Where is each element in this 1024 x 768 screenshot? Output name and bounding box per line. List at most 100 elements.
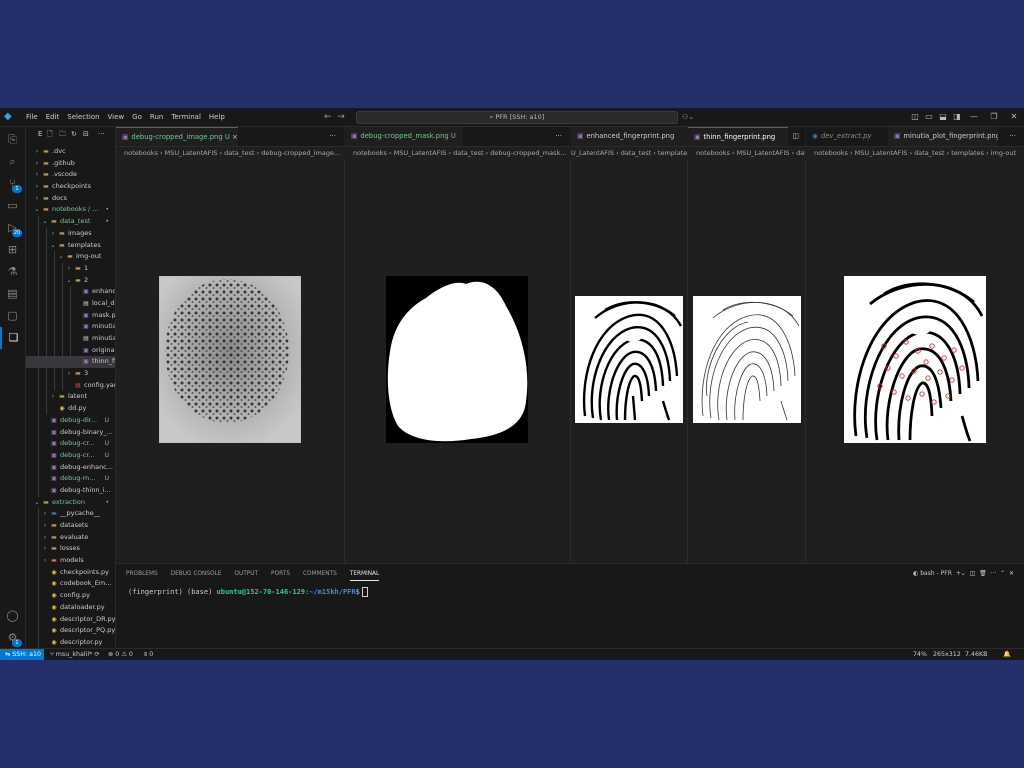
group-5-more-icon[interactable]: ···	[1009, 127, 1016, 146]
tab-output[interactable]: OUTPUT	[234, 568, 258, 581]
chevron-right-icon[interactable]: ›	[50, 391, 56, 403]
tree-item[interactable]: ◉ checkpoints.py	[26, 566, 115, 579]
split-terminal-icon[interactable]: ◫	[968, 570, 976, 577]
tree-item[interactable]: › ▬ datasets	[26, 520, 115, 532]
tab-minutia-plot-fingerprint[interactable]: ▣ minutia_plot_fingerprint.png	[888, 127, 998, 146]
tree-item[interactable]: › ▬ 1	[26, 262, 115, 275]
tree-item[interactable]: ◉ descriptor.py	[26, 636, 115, 648]
tree-item[interactable]: › ▬ losses	[26, 543, 115, 556]
chevron-right-icon[interactable]: ›	[42, 532, 48, 544]
command-center[interactable]: ⌕ PFR [SSH: a10]	[356, 111, 678, 124]
restore-icon[interactable]: ❐	[984, 108, 1004, 126]
tree-item[interactable]: › ▬ checkpoints	[26, 181, 115, 193]
new-folder-icon[interactable]: 🗀	[59, 127, 66, 141]
chevron-right-icon[interactable]: ›	[66, 263, 72, 275]
tree-item[interactable]: › ▬ __pycache__	[26, 508, 115, 520]
new-terminal-icon[interactable]: +⌄	[954, 570, 966, 577]
search-view-icon[interactable]: ⌕	[0, 151, 25, 173]
close-window-icon[interactable]: ✕	[1004, 108, 1024, 126]
tree-item[interactable]: ▣ debug-binary_...	[26, 426, 115, 439]
run-debug-icon[interactable]: ▷ 20	[0, 217, 25, 239]
close-panel-icon[interactable]: ✕	[1007, 570, 1014, 577]
tree-item[interactable]: ⌄ ▬ 2	[26, 274, 115, 287]
tree-item[interactable]: ▣thinn_fing...	[26, 356, 115, 369]
new-file-icon[interactable]: 🗋	[47, 127, 53, 141]
more-actions-icon[interactable]: ···	[98, 127, 105, 141]
tree-item[interactable]: ◉ dd.py	[26, 403, 115, 415]
tree-item[interactable]: ▣enhanced_...	[26, 286, 115, 298]
tree-item[interactable]: ⌄ ▬ notebooks / ... •	[26, 204, 115, 216]
chevron-right-icon[interactable]: ›	[50, 228, 56, 240]
menu-file[interactable]: File	[22, 108, 42, 126]
tree-item[interactable]: ▤minutia_p...	[26, 333, 115, 345]
source-control-icon[interactable]: ⑂ 1	[0, 173, 25, 195]
tree-item[interactable]: ▣ debug-thinn_i...	[26, 484, 115, 497]
copy-explorer-icon[interactable]: ❏	[0, 327, 25, 349]
menu-view[interactable]: View	[104, 108, 129, 126]
tree-item[interactable]: › ▬ models	[26, 555, 115, 567]
tree-item[interactable]: ◉ config.py	[26, 590, 115, 602]
tree-item[interactable]: ◉ dataloader.py	[26, 601, 115, 614]
breadcrumb[interactable]: U_LatentAFIS › data_test › templates	[571, 147, 687, 160]
tab-problems[interactable]: PROBLEMS	[126, 568, 158, 581]
tree-item[interactable]: ▣ debug-cr... U	[26, 449, 115, 462]
tree-item[interactable]: › ▬ docs	[26, 193, 115, 205]
tab-dev-extract[interactable]: ◉ dev_extract.py	[806, 127, 888, 146]
tree-item[interactable]: ▣ debug-cr... U	[26, 438, 115, 450]
menu-go[interactable]: Go	[128, 108, 146, 126]
tree-item[interactable]: ▣original.png	[26, 344, 115, 357]
more-icon[interactable]: ···	[989, 570, 997, 577]
tab-ports[interactable]: PORTS	[271, 568, 290, 581]
tree-item[interactable]: ◉ descriptor_DR.py	[26, 613, 115, 626]
tree-item[interactable]: ◉ descriptor_PQ.py	[26, 625, 115, 637]
tree-item[interactable]: ⌄ ▬ templates	[26, 239, 115, 252]
zoom-level[interactable]: 74%	[913, 649, 927, 660]
branch-indicator[interactable]: ⑂ msu_khalil* ⟳	[50, 649, 100, 660]
chevron-right-icon[interactable]: ›	[34, 169, 40, 181]
menu-edit[interactable]: Edit	[42, 108, 64, 126]
tree-item[interactable]: ⌄ ▬ extraction •	[26, 497, 115, 509]
tab-debug-console[interactable]: DEBUG CONSOLE	[171, 568, 222, 581]
terminal-shell-label[interactable]: bash - PFR	[920, 570, 952, 577]
tab-thinn-fingerprint[interactable]: ▣ thinn_fingerprint.png	[688, 127, 788, 146]
close-tab-icon[interactable]: ×	[232, 133, 238, 141]
chevron-right-icon[interactable]: ›	[34, 146, 40, 158]
chevron-down-icon[interactable]: ⌄	[42, 216, 48, 228]
ports-indicator[interactable]: ʬ 0	[144, 649, 153, 660]
collapse-all-icon[interactable]: ⊟	[83, 127, 89, 141]
remote-indicator[interactable]: ⇆ SSH: a10	[0, 649, 44, 660]
toggle-panel-icon[interactable]: ⬓	[936, 108, 950, 126]
chevron-right-icon[interactable]: ›	[42, 555, 48, 567]
kill-terminal-icon[interactable]: 🗑	[977, 570, 987, 577]
tree-item[interactable]: ⌄ ▬ data_test •	[26, 216, 115, 228]
tree-item[interactable]: ◉ codebook_Em...	[26, 578, 115, 591]
refresh-icon[interactable]: ↻	[71, 127, 77, 141]
remote-explorer-icon[interactable]: ▭	[0, 195, 25, 217]
tree-item[interactable]: ▣mask.png	[26, 309, 115, 322]
toggle-editor-icon[interactable]: ▭	[922, 108, 936, 126]
maximize-panel-icon[interactable]: ⌃	[998, 570, 1005, 577]
menu-selection[interactable]: Selection	[63, 108, 103, 126]
sync-icon[interactable]: ⟳	[94, 651, 99, 658]
chevron-down-icon[interactable]: ⌄	[66, 275, 72, 287]
group-2-more-icon[interactable]: ···	[555, 127, 562, 146]
back-arrow-icon[interactable]: ←	[324, 112, 332, 122]
group-1-more-icon[interactable]: ···	[329, 127, 336, 146]
chevron-down-icon[interactable]: ⌄	[34, 204, 40, 216]
tree-item[interactable]: › ▬ .github	[26, 158, 115, 170]
chevron-right-icon[interactable]: ›	[34, 193, 40, 205]
tab-debug-cropped-image[interactable]: ▣ debug-cropped_image.png U ×	[116, 127, 238, 146]
menu-run[interactable]: Run	[146, 108, 167, 126]
tree-item[interactable]: ▤config.yaml	[26, 379, 115, 392]
tree-item[interactable]: › ▬ evaluate	[26, 531, 115, 544]
chevron-down-icon[interactable]: ⌄	[58, 251, 64, 263]
tab-enhanced-fingerprint[interactable]: ▣ enhanced_fingerprint.png	[571, 127, 687, 146]
breadcrumb[interactable]: notebooks › MSU_LatentAFIS › data_test ›…	[345, 147, 570, 160]
tree-item[interactable]: › ▬ latent	[26, 391, 115, 404]
tree-item[interactable]: › ▬ 3	[26, 368, 115, 380]
notebook-icon[interactable]: ▤	[0, 283, 25, 305]
breadcrumb[interactable]: notebooks › MSU_LatentAFIS › dat	[688, 147, 805, 160]
chevron-right-icon[interactable]: ›	[66, 368, 72, 380]
tab-terminal[interactable]: TERMINAL	[349, 568, 380, 581]
chevron-down-icon[interactable]: ⌄	[34, 497, 40, 509]
